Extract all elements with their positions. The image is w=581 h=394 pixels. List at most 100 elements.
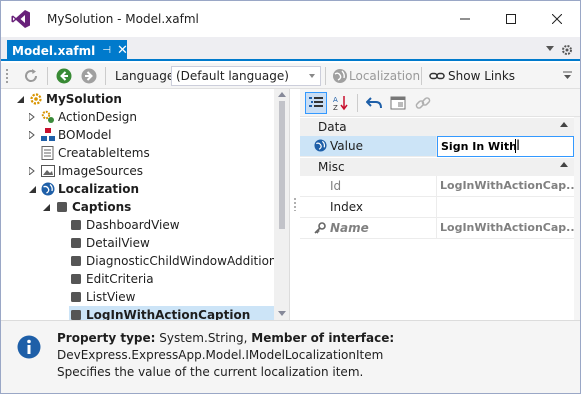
- close-window-button[interactable]: [534, 1, 580, 37]
- tree-node-label: DetailView: [86, 236, 150, 250]
- property-name-cell[interactable]: Id: [300, 176, 437, 196]
- tree-node-diagnosticchildwindowaddition[interactable]: DiagnosticChildWindowAddition: [69, 252, 277, 270]
- property-row-id[interactable]: Id LogInWithActionCap...: [300, 176, 574, 197]
- image-sources-icon: [41, 165, 55, 177]
- tree-node-label: Captions: [72, 200, 132, 214]
- navigate-forward-icon[interactable]: [81, 68, 97, 84]
- chevron-down-icon: [309, 74, 315, 78]
- ibeam-cursor-icon: Ⅰ: [516, 138, 521, 154]
- tree-node-localization[interactable]: Localization: [27, 180, 139, 198]
- list-document-icon: [41, 146, 54, 160]
- model-tree[interactable]: MySolution ActionDesign BOModel Creatabl…: [1, 89, 290, 320]
- property-row-value[interactable]: Value Sign In With Ⅰ: [300, 136, 574, 157]
- expand-triangle-icon[interactable]: [27, 166, 37, 176]
- navigate-link-button[interactable]: [412, 92, 434, 114]
- document-tab-model-xafml[interactable]: Model.xafml ⊣ ✕: [7, 40, 128, 61]
- show-links-button[interactable]: Show Links: [448, 69, 515, 83]
- tree-node-label: EditCriteria: [86, 272, 154, 286]
- collapse-category-icon[interactable]: [560, 122, 568, 127]
- undo-button[interactable]: [363, 92, 385, 114]
- tree-node-detailview[interactable]: DetailView: [69, 234, 150, 252]
- localization-button[interactable]: Localization: [349, 69, 420, 83]
- pane-splitter[interactable]: [293, 197, 297, 211]
- tree-node-editcriteria[interactable]: EditCriteria: [69, 270, 154, 288]
- expand-triangle-icon[interactable]: [27, 130, 37, 140]
- toolbar-overflow-icon[interactable]: [563, 71, 572, 81]
- tree-node-label: ImageSources: [58, 164, 144, 178]
- tree-node-loginwithactioncaption[interactable]: LogInWithActionCaption: [69, 306, 274, 320]
- expand-triangle-icon[interactable]: [27, 112, 37, 122]
- toolbar-separator: [105, 67, 106, 85]
- property-category-data[interactable]: Data: [300, 118, 574, 136]
- member-of-interface-label: Member of interface:: [251, 331, 395, 345]
- application-window: MySolution - Model.xafml Model.xafml ⊣ ✕: [0, 0, 581, 394]
- language-select[interactable]: (Default language): [171, 66, 321, 86]
- tree-node-dashboardview[interactable]: DashboardView: [69, 216, 180, 234]
- collapse-triangle-icon[interactable]: [15, 94, 25, 104]
- property-grid-scrollbar[interactable]: [574, 117, 580, 320]
- item-node-icon: [71, 274, 81, 284]
- property-row-name[interactable]: Name LogInWithActionCap...: [300, 218, 574, 239]
- value-editor-text: Sign In With: [441, 140, 517, 153]
- scroll-down-icon[interactable]: [278, 311, 286, 316]
- tree-node-label: DashboardView: [86, 218, 180, 232]
- tree-node-label: ActionDesign: [58, 110, 138, 124]
- tree-scroll-thumb[interactable]: [279, 101, 285, 229]
- show-window-button[interactable]: [387, 92, 409, 114]
- description-line-1: Property type: System.String, Member of …: [57, 330, 394, 347]
- toolbar-separator: [357, 94, 358, 112]
- toolbar-grip[interactable]: [5, 68, 9, 84]
- tree-scrollbar[interactable]: [274, 89, 289, 320]
- designer-toolbar: Language (Default language) Localization…: [1, 63, 580, 89]
- minimize-button[interactable]: [442, 1, 488, 37]
- language-select-value: (Default language): [176, 69, 289, 83]
- tree-node-label: CreatableItems: [58, 146, 150, 160]
- property-grid-toolbar: A Z: [300, 89, 580, 117]
- gear-icon[interactable]: [561, 44, 573, 56]
- interface-name: DevExpress.ExpressApp.Model.IModelLocali…: [57, 348, 384, 362]
- action-design-icon: [41, 110, 54, 123]
- tree-node-captions[interactable]: Captions: [41, 198, 131, 216]
- alphabetical-view-button[interactable]: A Z: [330, 92, 352, 114]
- close-icon: [552, 14, 562, 24]
- item-node-icon: [71, 310, 81, 320]
- property-name-cell[interactable]: Index: [300, 197, 437, 217]
- tree-node-bomodel[interactable]: BOModel: [27, 126, 112, 144]
- tab-list-dropdown-icon[interactable]: [546, 46, 554, 51]
- description-text: Property type: System.String, Member of …: [57, 330, 394, 381]
- info-icon: [17, 335, 41, 359]
- value-text-editor[interactable]: Sign In With Ⅰ: [437, 136, 574, 157]
- tree-node-mysolution[interactable]: MySolution: [15, 90, 122, 108]
- chain-link-icon: [415, 97, 431, 109]
- property-description-panel: Property type: System.String, Member of …: [1, 320, 580, 393]
- property-name-cell[interactable]: Name: [300, 218, 437, 238]
- category-label: Data: [318, 120, 347, 134]
- tree-node-creatableitems[interactable]: CreatableItems: [41, 144, 150, 162]
- maximize-button[interactable]: [488, 1, 534, 37]
- categorized-icon: [309, 97, 323, 107]
- collapse-category-icon[interactable]: [560, 162, 568, 167]
- property-value[interactable]: LogInWithActionCap...: [437, 218, 574, 238]
- tree-node-imagesources[interactable]: ImageSources: [27, 162, 143, 180]
- categorized-view-button[interactable]: [305, 92, 327, 114]
- business-model-icon: [41, 128, 55, 141]
- close-tab-icon[interactable]: ✕: [117, 44, 128, 57]
- tree-node-label: ListView: [86, 290, 136, 304]
- document-tab-label: Model.xafml: [12, 43, 96, 58]
- property-row-index[interactable]: Index: [300, 197, 574, 218]
- pin-tab-icon[interactable]: ⊣: [102, 45, 111, 56]
- refresh-icon[interactable]: [23, 68, 39, 84]
- property-type-label: Property type:: [57, 331, 156, 345]
- tree-node-actiondesign[interactable]: ActionDesign: [27, 108, 137, 126]
- collapse-triangle-icon[interactable]: [41, 202, 51, 212]
- collapse-triangle-icon[interactable]: [27, 184, 37, 194]
- property-value[interactable]: [437, 197, 574, 217]
- property-value[interactable]: LogInWithActionCap...: [437, 176, 574, 196]
- property-category-misc[interactable]: Misc: [300, 158, 574, 176]
- tree-node-listview[interactable]: ListView: [69, 288, 135, 306]
- tree-node-label: DiagnosticChildWindowAddition: [86, 254, 277, 268]
- scroll-up-icon[interactable]: [278, 92, 286, 97]
- property-name-cell[interactable]: Value: [300, 136, 437, 156]
- localizable-globe-icon: [314, 139, 327, 152]
- navigate-back-icon[interactable]: [56, 68, 72, 84]
